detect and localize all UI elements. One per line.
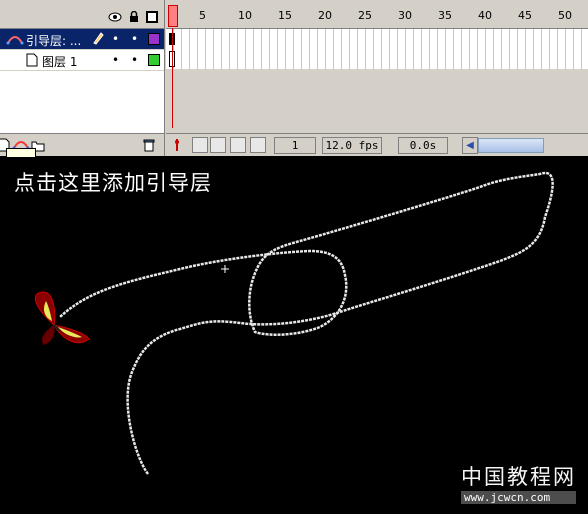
layer-row-guide[interactable]: 引导层: ... • •	[0, 29, 164, 50]
layer-color-swatch[interactable]	[148, 54, 160, 66]
lock-dot[interactable]: •	[131, 53, 138, 67]
outline-icon[interactable]	[146, 8, 158, 23]
frame-ruler[interactable]: 1 5 10 15 20 25 30 35 40 45 50	[166, 0, 588, 29]
lock-dot[interactable]: •	[131, 32, 138, 46]
ruler-number: 45	[518, 9, 532, 22]
layer-icon	[26, 53, 38, 70]
visibility-dot[interactable]: •	[112, 53, 119, 67]
layer-color-swatch[interactable]	[148, 33, 160, 45]
visibility-dot[interactable]: •	[112, 32, 119, 46]
onion-markers-button[interactable]	[250, 137, 266, 153]
layer-name: 图层 1	[42, 55, 78, 69]
ruler-number: 30	[398, 9, 412, 22]
timeline-panel: 引导层: ... • • 图层 1 • • 5 10 15 20 25 30 3…	[0, 0, 588, 156]
layer-row-1[interactable]: 图层 1 • •	[0, 50, 164, 71]
ruler-number: 35	[438, 9, 452, 22]
trash-icon[interactable]	[142, 137, 156, 156]
current-frame: 1	[274, 137, 316, 154]
edit-multiple-frames-button[interactable]	[230, 137, 246, 153]
onion-outline-button[interactable]	[210, 137, 226, 153]
horizontal-scrollbar[interactable]	[478, 138, 544, 153]
center-frame-icon[interactable]	[172, 137, 182, 156]
butterfly-icon[interactable]	[24, 287, 94, 357]
scroll-left-button[interactable]: ◀	[462, 137, 478, 154]
eye-icon[interactable]	[108, 8, 122, 22]
layer-header	[0, 0, 164, 29]
ruler-number: 50	[558, 9, 572, 22]
frame-rate[interactable]: 12.0 fps	[322, 137, 382, 154]
playhead[interactable]	[168, 5, 178, 27]
layer-name: 引导层: ...	[26, 34, 82, 48]
layer-panel: 引导层: ... • • 图层 1 • •	[0, 0, 165, 156]
lock-icon[interactable]	[128, 8, 140, 22]
ruler-number: 40	[478, 9, 492, 22]
ruler-number: 5	[199, 9, 206, 22]
ruler-number: 25	[358, 9, 372, 22]
watermark-title: 中国教程网	[461, 465, 576, 489]
onion-skin-button[interactable]	[192, 137, 208, 153]
ruler-number: 20	[318, 9, 332, 22]
stage[interactable]: 点击这里添加引导层 中国教程网 www.jcwcn.com	[0, 157, 588, 514]
playhead-line	[172, 28, 173, 128]
watermark: 中国教程网 www.jcwcn.com	[461, 461, 576, 504]
ruler-number: 15	[278, 9, 292, 22]
pencil-icon	[92, 31, 104, 48]
watermark-url: www.jcwcn.com	[461, 491, 576, 504]
timeline-status-bar: 1 12.0 fps 0.0s ◀	[166, 133, 588, 156]
guide-layer-icon	[6, 33, 24, 48]
elapsed-time: 0.0s	[398, 137, 448, 154]
ruler-number: 10	[238, 9, 252, 22]
frame-grid[interactable]	[166, 29, 588, 69]
